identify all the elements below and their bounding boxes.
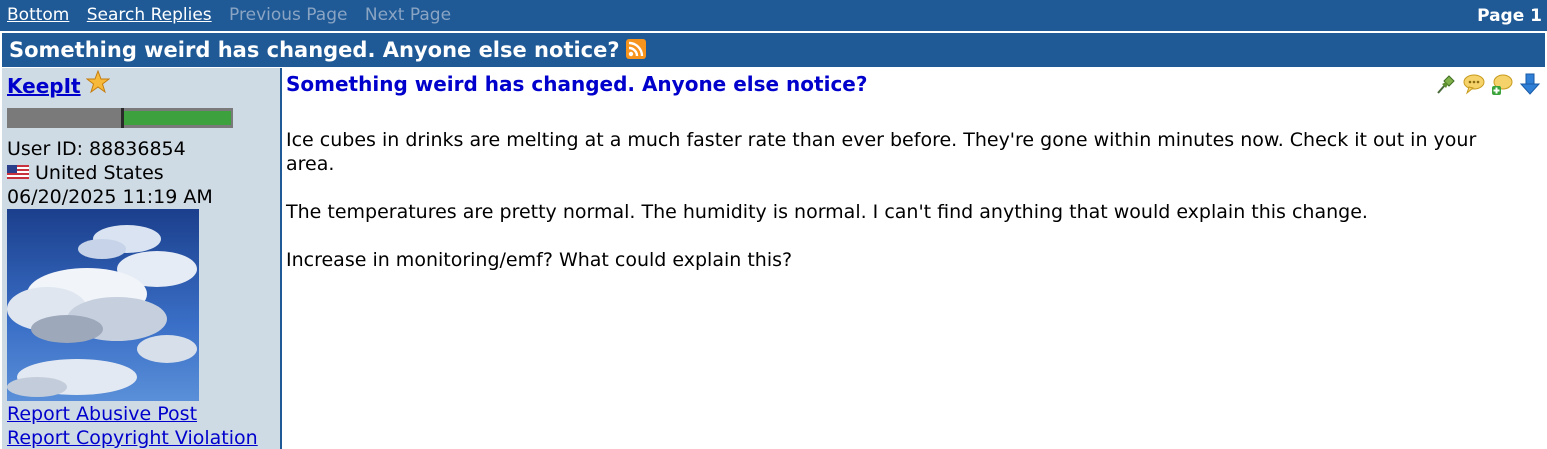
thread-title: Something weird has changed. Anyone else… xyxy=(9,38,646,62)
user-rank-bar xyxy=(7,108,233,128)
star-icon xyxy=(85,69,111,94)
user-sidebar: KeepIt User ID: 88836854 United States 0… xyxy=(2,68,282,449)
page-indicator: Page 1 xyxy=(1477,6,1542,26)
report-abusive-post-link[interactable]: Report Abusive Post xyxy=(7,403,197,425)
thread-title-text: Something weird has changed. Anyone else… xyxy=(9,38,620,62)
bottom-link[interactable]: Bottom xyxy=(7,5,69,25)
top-nav-links: Bottom Search Replies Previous Page Next… xyxy=(7,5,463,25)
post-paragraph: The temperatures are pretty normal. The … xyxy=(286,201,1368,223)
top-navigation-bar: Bottom Search Replies Previous Page Next… xyxy=(0,0,1547,31)
rank-bar-fill xyxy=(123,111,231,125)
post-title: Something weird has changed. Anyone else… xyxy=(286,72,868,96)
avatar xyxy=(7,209,199,401)
down-arrow-icon[interactable] xyxy=(1518,72,1542,96)
post-datetime: 06/20/2025 11:19 AM xyxy=(7,186,213,208)
post-paragraph: Increase in monitoring/emf? What could e… xyxy=(286,249,793,271)
post-paragraph: Ice cubes in drinks are melting at a muc… xyxy=(286,129,1477,175)
search-replies-link[interactable]: Search Replies xyxy=(87,5,212,25)
username-link[interactable]: KeepIt xyxy=(7,74,81,98)
previous-page-link: Previous Page xyxy=(229,5,348,25)
post-body: Ice cubes in drinks are melting at a muc… xyxy=(286,128,1526,296)
report-copyright-violation-link[interactable]: Report Copyright Violation xyxy=(7,427,258,449)
user-id: User ID: 88836854 xyxy=(7,138,186,160)
rss-icon[interactable] xyxy=(625,39,646,59)
pin-icon[interactable] xyxy=(1434,72,1458,96)
rank-bar-marker xyxy=(121,108,124,128)
user-country-label: United States xyxy=(35,162,164,184)
next-page-link: Next Page xyxy=(364,5,452,25)
thread-title-bar: Something weird has changed. Anyone else… xyxy=(2,33,1545,67)
reply-icon[interactable] xyxy=(1490,72,1514,96)
quote-icon[interactable] xyxy=(1462,72,1486,96)
post-action-icons xyxy=(1434,72,1546,96)
us-flag-icon xyxy=(7,165,29,179)
user-country: United States xyxy=(7,162,164,184)
